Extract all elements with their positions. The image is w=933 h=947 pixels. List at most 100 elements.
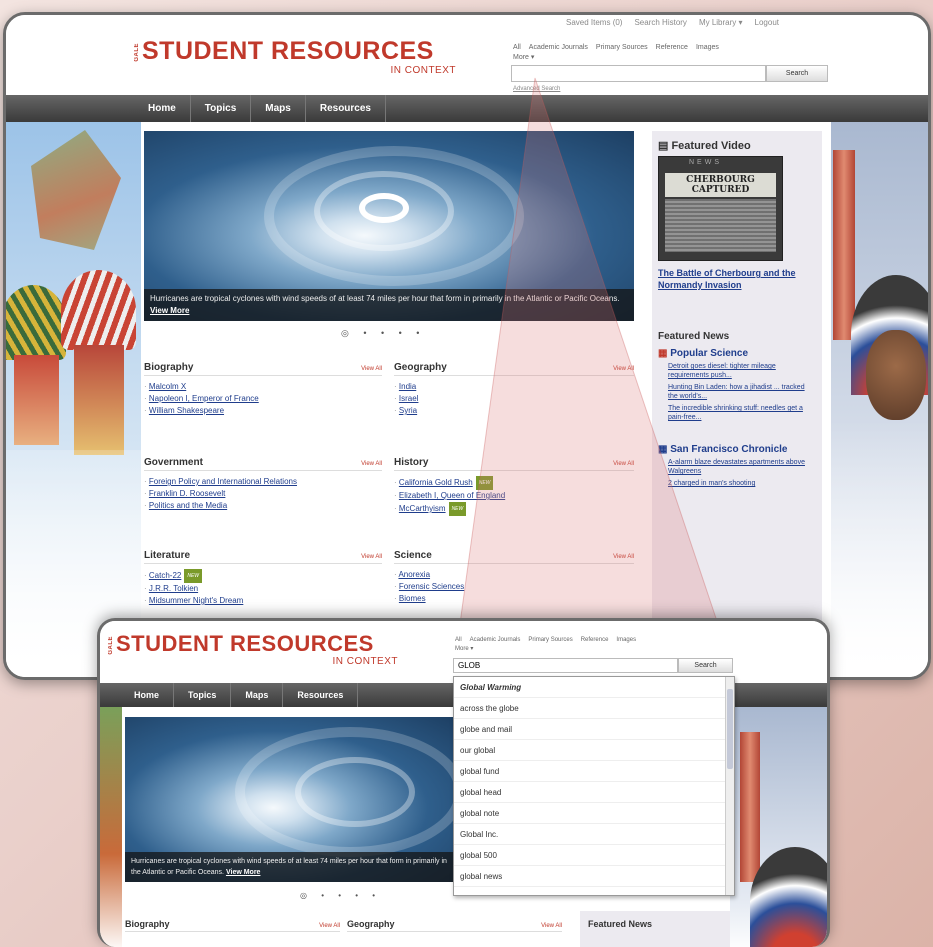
nav-resources[interactable]: Resources (306, 95, 386, 122)
suggestion-item[interactable]: our global (454, 740, 734, 761)
video-thumbnail[interactable]: NEWS CHERBOURG CAPTURED (658, 156, 783, 261)
section-title: Geography (394, 362, 447, 373)
logo-context: IN CONTEXT (332, 656, 398, 667)
list-item[interactable]: Syria (394, 405, 634, 417)
view-all-link[interactable]: View All (613, 366, 634, 372)
search-tabs: All Academic Journals Primary Sources Re… (455, 637, 636, 643)
suggestion-item[interactable]: global fund (454, 761, 734, 782)
hero-caption-text: Hurricanes are tropical cyclones with wi… (131, 858, 447, 876)
section-history: HistoryView All California Gold RushNEW … (394, 457, 634, 516)
search-tabs: All Academic Journals Primary Sources Re… (513, 44, 719, 51)
search-input[interactable] (511, 65, 766, 82)
news-icon: ▦ (658, 444, 671, 455)
tab-images[interactable]: Images (616, 637, 636, 643)
list-item[interactable]: Catch-22NEW (144, 569, 382, 583)
news-icon: ▦ (658, 348, 671, 359)
suggestion-item[interactable]: global head (454, 782, 734, 803)
news-item[interactable]: The incredible shrinking stuff: needles … (668, 404, 816, 422)
featured-news-heading: Featured News (658, 331, 730, 342)
tab-primary-sources[interactable]: Primary Sources (596, 44, 648, 51)
list-item[interactable]: Midsummer Night's Dream (144, 595, 382, 607)
section-government: Government View All Foreign Policy and In… (144, 457, 382, 512)
view-all-link[interactable]: View All (613, 461, 634, 467)
nav-home[interactable]: Home (120, 683, 175, 707)
view-all-link[interactable]: View All (361, 366, 382, 372)
list-item[interactable]: Foreign Policy and International Relatio… (144, 476, 382, 488)
news-item[interactable]: 2 charged in man's shooting (668, 479, 816, 488)
nav-topics[interactable]: Topics (174, 683, 232, 707)
tab-more[interactable]: More ▾ (513, 53, 534, 61)
search-button[interactable]: Search (678, 658, 733, 673)
nav-home[interactable]: Home (134, 95, 191, 122)
view-all-link[interactable]: View All (541, 923, 562, 929)
list-item[interactable]: Napoleon I, Emperor of France (144, 393, 382, 405)
nav-topics[interactable]: Topics (191, 95, 252, 122)
list-item[interactable]: Forensic Sciences (394, 581, 634, 593)
tab-academic-journals[interactable]: Academic Journals (470, 637, 521, 643)
suggestion-item[interactable]: global note (454, 803, 734, 824)
list-item[interactable]: Elizabeth I, Queen of England (394, 490, 634, 502)
tab-reference[interactable]: Reference (581, 637, 609, 643)
search-button[interactable]: Search (766, 65, 828, 82)
tab-all[interactable]: All (513, 44, 521, 51)
logout-link[interactable]: Logout (755, 18, 779, 27)
list-item[interactable]: Franklin D. Roosevelt (144, 488, 382, 500)
list-item[interactable]: India (394, 381, 634, 393)
search-history-link[interactable]: Search History (634, 18, 686, 27)
list-item[interactable]: J.R.R. Tolkien (144, 583, 382, 595)
view-all-link[interactable]: View All (361, 554, 382, 560)
logo[interactable]: GALESTUDENT RESOURCES IN CONTEXT (134, 37, 464, 76)
tab-more[interactable]: More ▾ (455, 645, 473, 652)
view-more-link[interactable]: View More (150, 306, 189, 315)
view-more-link[interactable]: View More (226, 869, 261, 876)
tab-primary-sources[interactable]: Primary Sources (528, 637, 572, 643)
suggestion-item[interactable]: global news (454, 866, 734, 887)
list-item[interactable]: McCarthyismNEW (394, 502, 634, 516)
list-item[interactable]: Politics and the Media (144, 500, 382, 512)
news-item[interactable]: A-alarm blaze devastates apartments abov… (668, 458, 816, 476)
nav-resources[interactable]: Resources (283, 683, 359, 707)
tab-all[interactable]: All (455, 637, 462, 643)
right-column: ▤ Featured Video NEWS CHERBOURG CAPTURED… (652, 131, 822, 677)
nav-maps[interactable]: Maps (251, 95, 306, 122)
saved-items-link[interactable]: Saved Items (0) (566, 18, 622, 27)
carousel-dots[interactable]: ◎ • • • • (300, 891, 381, 900)
list-item[interactable]: Anorexia (394, 569, 634, 581)
left-side-art (100, 707, 122, 947)
nav-maps[interactable]: Maps (231, 683, 284, 707)
hero-image[interactable]: Hurricanes are tropical cyclones with wi… (125, 717, 455, 882)
hero-caption: Hurricanes are tropical cyclones with wi… (125, 852, 455, 882)
featured-video-heading: ▤ Featured Video (658, 140, 751, 152)
search-input[interactable]: GLOB (453, 658, 678, 673)
section-title: Science (394, 550, 432, 561)
view-all-link[interactable]: View All (319, 923, 340, 929)
carousel-dots[interactable]: ◎ • • • • (341, 328, 425, 339)
list-item[interactable]: California Gold RushNEW (394, 476, 634, 490)
suggestion-item[interactable]: global 500 (454, 845, 734, 866)
view-all-link[interactable]: View All (361, 461, 382, 467)
dropdown-scrollbar[interactable] (725, 677, 734, 895)
video-link[interactable]: The Battle of Cherbourg and the Normandy… (658, 267, 808, 291)
view-all-link[interactable]: View All (613, 554, 634, 560)
suggestion-item[interactable]: across the globe (454, 698, 734, 719)
news-item[interactable]: Hunting Bin Laden: how a jihadist ... tr… (668, 383, 816, 401)
hero-image[interactable]: Hurricanes are tropical cyclones with wi… (144, 131, 634, 321)
section-title: Biography (144, 362, 194, 373)
list-item[interactable]: Biomes (394, 593, 634, 605)
my-library-menu[interactable]: My Library ▾ (699, 18, 743, 27)
section-science: Science View All Anorexia Forensic Scienc… (394, 550, 634, 605)
list-item[interactable]: Malcolm X (144, 381, 382, 393)
tab-reference[interactable]: Reference (656, 44, 688, 51)
tab-academic-journals[interactable]: Academic Journals (529, 44, 588, 51)
scrollbar-thumb[interactable] (727, 689, 733, 769)
tab-images[interactable]: Images (696, 44, 719, 51)
list-item[interactable]: Israel (394, 393, 634, 405)
news-item[interactable]: Detroit goes diesel: tighter mileage req… (668, 362, 816, 380)
suggestion-item[interactable]: Global Warming (454, 677, 734, 698)
suggestion-item[interactable]: Global Inc. (454, 824, 734, 845)
logo[interactable]: GALESTUDENT RESOURCES IN CONTEXT (108, 631, 408, 667)
suggestion-item[interactable]: globe and mail (454, 719, 734, 740)
section-literature: Literature View All Catch-22NEW J.R.R. To… (144, 550, 382, 607)
list-item[interactable]: William Shakespeare (144, 405, 382, 417)
advanced-search-link[interactable]: Advanced Search (513, 86, 560, 92)
